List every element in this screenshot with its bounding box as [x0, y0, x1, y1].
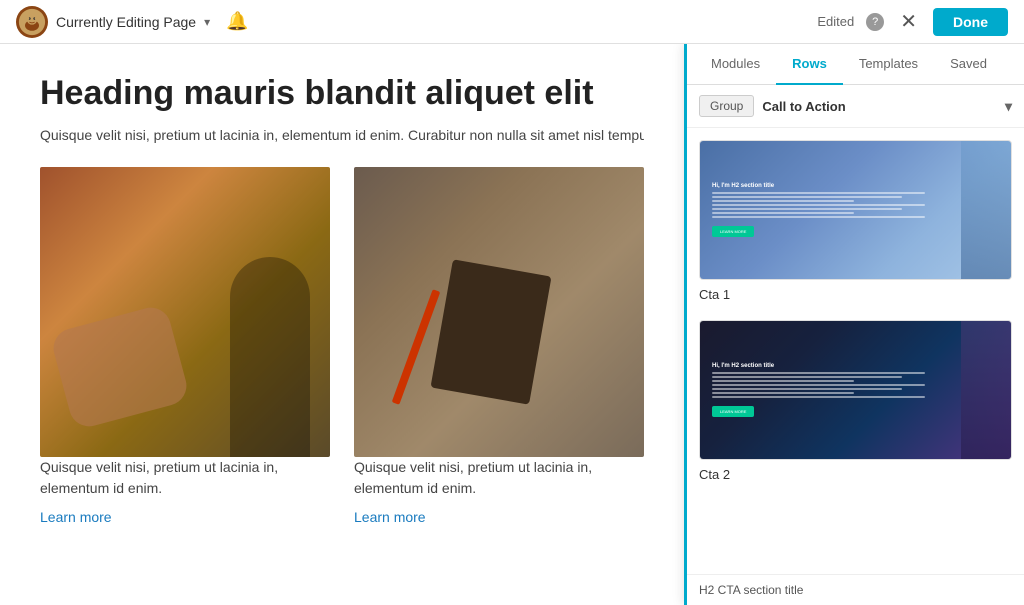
- card-2: Quisque velit nisi, pretium ut lacinia i…: [354, 167, 644, 527]
- template-card-cta1[interactable]: Hi, I'm H2 section title LEARN MORE: [699, 140, 1012, 304]
- panel-content[interactable]: Hi, I'm H2 section title LEARN MORE: [687, 128, 1024, 574]
- preview-line: [712, 212, 854, 214]
- right-panel: Modules Rows Templates Saved Group Call …: [684, 44, 1024, 605]
- preview-line: [712, 216, 925, 218]
- top-bar-right: Edited ? ✕ Done: [817, 8, 1008, 36]
- template-cta1-label: Cta 1: [699, 287, 730, 302]
- cta2-preview-title: Hi, I'm H2 section title: [712, 363, 949, 369]
- group-badge: Group: [699, 95, 754, 117]
- page-title-dropdown[interactable]: ▾: [204, 15, 210, 29]
- page-area: Heading mauris blandit aliquet elit Quis…: [0, 44, 684, 605]
- avatar: [16, 6, 48, 38]
- card-1: Quisque velit nisi, pretium ut lacinia i…: [40, 167, 330, 527]
- preview-line: [712, 376, 902, 378]
- cta2-text-block: Hi, I'm H2 section title LEARN MORE: [700, 353, 961, 428]
- help-icon[interactable]: ?: [866, 13, 884, 31]
- preview-line: [712, 392, 854, 394]
- panel-bottom-partial: H2 CTA section title: [687, 574, 1024, 605]
- tab-rows[interactable]: Rows: [776, 44, 843, 85]
- card-1-description: Quisque velit nisi, pretium ut lacinia i…: [40, 457, 330, 499]
- cta1-preview-lines: [712, 192, 949, 218]
- preview-line: [712, 388, 902, 390]
- cta2-person-image: [961, 321, 1011, 459]
- filter-value: Call to Action: [762, 99, 845, 114]
- cta1-preview-button: LEARN MORE: [712, 226, 754, 237]
- cta1-preview-title: Hi, I'm H2 section title: [712, 183, 949, 189]
- cards-row: Quisque velit nisi, pretium ut lacinia i…: [40, 167, 644, 527]
- tab-modules[interactable]: Modules: [695, 44, 776, 85]
- filter-dropdown[interactable]: Call to Action ▾: [762, 98, 1012, 115]
- preview-line: [712, 204, 925, 206]
- tab-templates[interactable]: Templates: [843, 44, 934, 85]
- page-heading: Heading mauris blandit aliquet elit: [40, 74, 644, 113]
- page-subtext: Quisque velit nisi, pretium ut lacinia i…: [40, 127, 644, 143]
- cta2-preview-button: LEARN MORE: [712, 406, 754, 417]
- tab-saved[interactable]: Saved: [934, 44, 1003, 85]
- cta2-preview-lines: [712, 372, 949, 398]
- cta1-person-image: [961, 141, 1011, 279]
- preview-line: [712, 380, 854, 382]
- close-button[interactable]: ✕: [896, 8, 921, 36]
- template-card-cta2[interactable]: Hi, I'm H2 section title LEARN MORE: [699, 320, 1012, 484]
- filter-chevron-down-icon: ▾: [1005, 98, 1012, 115]
- done-button[interactable]: Done: [933, 8, 1008, 36]
- card-image-1: [40, 167, 330, 457]
- template-preview-cta1[interactable]: Hi, I'm H2 section title LEARN MORE: [699, 140, 1012, 280]
- notebook-shape: [430, 259, 551, 404]
- person-shape-1: [230, 257, 310, 457]
- top-bar-left: Currently Editing Page ▾ 🔔: [16, 6, 249, 38]
- preview-line: [712, 396, 925, 398]
- card-2-learn-more[interactable]: Learn more: [354, 509, 426, 525]
- preview-line: [712, 192, 925, 194]
- preview-line: [712, 208, 902, 210]
- card-1-learn-more[interactable]: Learn more: [40, 509, 112, 525]
- panel-filter-row: Group Call to Action ▾: [687, 85, 1024, 128]
- hands-shape: [49, 303, 191, 431]
- card-2-description: Quisque velit nisi, pretium ut lacinia i…: [354, 457, 644, 499]
- main-content: Heading mauris blandit aliquet elit Quis…: [0, 44, 1024, 605]
- panel-tabs: Modules Rows Templates Saved: [687, 44, 1024, 85]
- template-cta2-label: Cta 2: [699, 467, 730, 482]
- bell-icon[interactable]: 🔔: [226, 11, 248, 32]
- preview-line: [712, 372, 925, 374]
- preview-line: [712, 384, 925, 386]
- top-bar: Currently Editing Page ▾ 🔔 Edited ? ✕ Do…: [0, 0, 1024, 44]
- card-image-2: [354, 167, 644, 457]
- cta2-preview: Hi, I'm H2 section title LEARN MORE: [700, 321, 1011, 459]
- cta1-text-block: Hi, I'm H2 section title LEARN MORE: [700, 173, 961, 248]
- preview-line: [712, 196, 902, 198]
- edited-status: Edited: [817, 14, 854, 29]
- preview-line: [712, 200, 854, 202]
- bottom-partial-label: H2 CTA section title: [699, 583, 803, 597]
- cta1-preview: Hi, I'm H2 section title LEARN MORE: [700, 141, 1011, 279]
- template-preview-cta2[interactable]: Hi, I'm H2 section title LEARN MORE: [699, 320, 1012, 460]
- page-title: Currently Editing Page: [56, 14, 196, 30]
